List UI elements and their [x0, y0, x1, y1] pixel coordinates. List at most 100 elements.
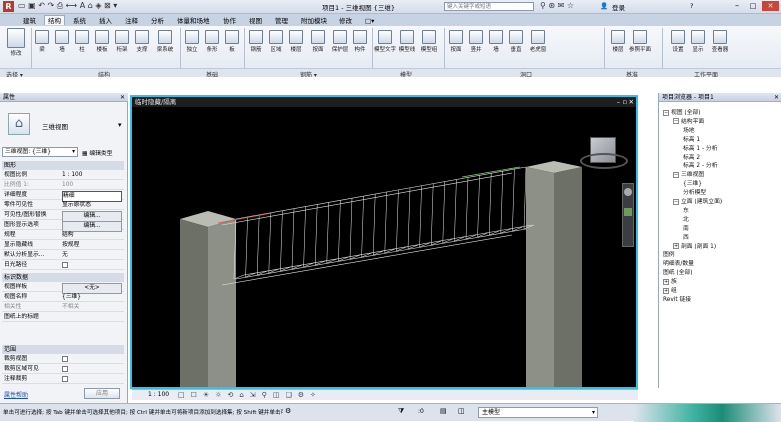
wall-opening-button[interactable]: 墙	[486, 30, 506, 53]
tree-toggle-icon[interactable]: +	[663, 287, 669, 294]
tree-item[interactable]: + 剖面 (剖面 1)	[673, 241, 716, 250]
view-control-icon[interactable]: ⌂	[239, 390, 243, 400]
tree-item[interactable]: 标高 1	[683, 134, 700, 143]
prop-row[interactable]: 日光路径	[2, 261, 124, 270]
tree-item[interactable]: 标高 2	[683, 152, 700, 161]
prop-row[interactable]: 图形显示选项 编辑...	[2, 221, 124, 232]
stirrup[interactable]	[396, 189, 399, 252]
view-close-icon[interactable]: ✕	[629, 97, 634, 107]
stirrup[interactable]	[256, 214, 260, 276]
wall-button[interactable]: 墙	[52, 30, 72, 53]
prop-row[interactable]: 裁剪视图	[2, 355, 124, 364]
stirrup[interactable]	[349, 198, 353, 260]
stirrup[interactable]	[291, 208, 295, 270]
view-control-icon[interactable]: ◫	[273, 390, 280, 400]
stirrup[interactable]	[477, 175, 480, 238]
tree-toggle-icon[interactable]: +	[673, 243, 679, 249]
design-options-icon[interactable]: ▤	[440, 407, 447, 415]
prop-row[interactable]: 视图名称 {三维}	[2, 293, 124, 302]
stirrup[interactable]	[488, 173, 492, 236]
tree-item[interactable]: + 族	[663, 276, 677, 285]
section-identity[interactable]: 标识数据	[2, 273, 124, 282]
show-workplane-button[interactable]: 显示	[688, 30, 708, 53]
navigation-bar[interactable]	[622, 183, 634, 247]
editable-icon[interactable]: ◫	[458, 407, 465, 415]
view-control-icon[interactable]: ⇲	[250, 390, 256, 400]
stirrup[interactable]	[419, 185, 422, 248]
prop-row[interactable]: 裁剪区域可见	[2, 365, 124, 374]
cover-button[interactable]: 保护层	[330, 30, 350, 53]
view-control-icon[interactable]: ☼	[215, 390, 221, 400]
model-line-button[interactable]: 模型线	[396, 30, 418, 53]
instance-selector[interactable]: 三维视图: {三维} ▾	[2, 147, 78, 157]
by-face-button[interactable]: 按面	[446, 30, 466, 53]
ref-plane-button[interactable]: 参照平面	[628, 30, 652, 53]
tree-item[interactable]: 分析模型	[683, 187, 706, 196]
stirrup[interactable]	[361, 196, 364, 258]
checkbox[interactable]	[62, 365, 68, 372]
stirrup[interactable]	[326, 202, 330, 264]
model-text-button[interactable]: 模型文字	[374, 30, 396, 53]
tree-toggle-icon[interactable]: −	[673, 118, 679, 125]
stirrup[interactable]	[303, 206, 306, 268]
stirrup[interactable]	[268, 212, 272, 274]
tree-toggle-icon[interactable]: −	[673, 171, 679, 178]
tree-item[interactable]: 北	[683, 214, 689, 223]
tree-item[interactable]: 场地	[683, 125, 695, 134]
model-graphics[interactable]	[132, 107, 636, 387]
view-control-icon[interactable]: ☐	[191, 390, 197, 400]
model-group-button[interactable]: 模型组	[418, 30, 440, 53]
tree-item[interactable]: − 视图 (全部)	[663, 107, 701, 116]
vertical-opening-button[interactable]: 垂直	[506, 30, 526, 53]
close-icon[interactable]: ✕	[774, 93, 779, 102]
wall-foundation-button[interactable]: 条形	[202, 30, 222, 53]
tree-item[interactable]: 东	[683, 205, 689, 214]
stirrup[interactable]	[407, 187, 411, 250]
view-control-icon[interactable]: ⚙	[298, 390, 304, 400]
workset-icon[interactable]: ⚙	[285, 407, 291, 415]
beam-button[interactable]: 梁	[32, 30, 52, 53]
floor-button[interactable]: 楼板	[92, 30, 112, 53]
view-control-icon[interactable]: ⟲	[227, 390, 233, 400]
view-3d-canvas[interactable]: 临时隐藏/隔离 – ▫ ✕	[130, 95, 638, 389]
beam-system-button[interactable]: 梁系统	[152, 30, 178, 53]
stirrup[interactable]	[372, 194, 376, 256]
tree-item[interactable]: − 三维视图	[673, 169, 704, 178]
slab-foundation-button[interactable]: 板	[222, 30, 242, 53]
checkbox[interactable]	[62, 261, 68, 268]
tree-item[interactable]: − 立面 (建筑立面)	[673, 196, 722, 205]
area-button[interactable]: 区域	[266, 30, 286, 53]
component-button[interactable]: 构件	[350, 30, 370, 53]
filter-icon[interactable]: ⧩	[398, 407, 404, 416]
prop-row[interactable]: 详细程度 精细	[2, 191, 124, 202]
view-control-icon[interactable]: □	[178, 390, 185, 400]
tree-item[interactable]: 标高 1 - 分析	[683, 143, 718, 152]
stirrup[interactable]	[314, 204, 318, 266]
dormer-button[interactable]: 老虎窗	[526, 30, 550, 53]
stirrup[interactable]	[280, 210, 283, 272]
column-button[interactable]: 柱	[72, 30, 92, 53]
prop-row[interactable]: 默认分析显示... 无	[2, 251, 124, 260]
apply-button[interactable]: 应用	[84, 388, 120, 399]
stirrup[interactable]	[454, 179, 457, 242]
tree-item[interactable]: Revit 链接	[663, 294, 691, 303]
tree-item[interactable]: 图纸 (全部)	[663, 267, 693, 276]
steering-wheel-icon[interactable]	[624, 188, 632, 196]
zoom-icon[interactable]	[624, 208, 632, 216]
view-cube-ring[interactable]	[580, 153, 628, 169]
fabric-button[interactable]: 按面	[306, 30, 330, 53]
view-control-icon[interactable]: ☀	[203, 390, 209, 400]
tree-item[interactable]: 明细表/数量	[663, 258, 694, 267]
tree-item[interactable]: 图例	[663, 249, 675, 258]
tree-item[interactable]: + 组	[663, 285, 677, 294]
set-workplane-button[interactable]: 设置	[668, 30, 688, 53]
type-dropdown-icon[interactable]: ▾	[118, 121, 122, 129]
design-option-selector[interactable]: 主模型 ▾	[478, 407, 598, 418]
stirrup[interactable]	[523, 166, 527, 230]
isolated-foundation-button[interactable]: 独立	[182, 30, 202, 53]
stirrup[interactable]	[338, 200, 341, 262]
view-control-icon[interactable]: ⚲	[262, 390, 267, 400]
truss-button[interactable]: 桁架	[112, 30, 132, 53]
stirrup[interactable]	[465, 177, 469, 240]
prop-row[interactable]: 可见性/图形替换 编辑...	[2, 211, 124, 222]
